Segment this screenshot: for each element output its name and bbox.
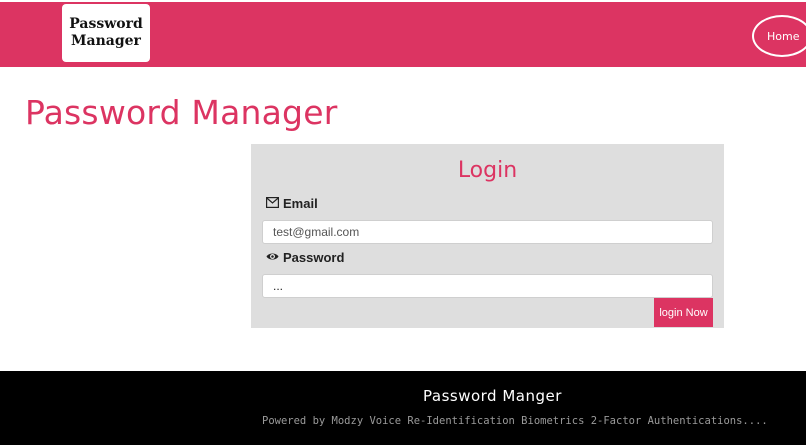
footer-title: Password Manger (423, 387, 562, 405)
footer-subtitle: Powered by Modzy Voice Re-Identification… (262, 415, 768, 427)
logo[interactable]: Password Manager (62, 4, 150, 62)
login-button[interactable]: login Now (654, 298, 713, 327)
envelope-icon (266, 196, 280, 211)
home-button[interactable]: Home (752, 15, 806, 57)
eye-icon (266, 250, 279, 265)
email-label: Email (266, 196, 318, 211)
page-title: Password Manager (25, 93, 338, 132)
email-input[interactable] (262, 220, 713, 244)
password-label-text: Password (283, 250, 345, 265)
password-label: Password (266, 250, 344, 265)
footer: Password Manger Powered by Modzy Voice R… (0, 371, 806, 445)
email-label-text: Email (283, 196, 318, 211)
login-title: Login (457, 158, 518, 183)
login-card: Login Email Password login Now (251, 144, 724, 328)
header: Password Manager Home (0, 0, 806, 67)
password-input[interactable] (262, 274, 713, 298)
logo-line-2: Manager (71, 33, 141, 49)
logo-line-1: Password (69, 16, 143, 32)
